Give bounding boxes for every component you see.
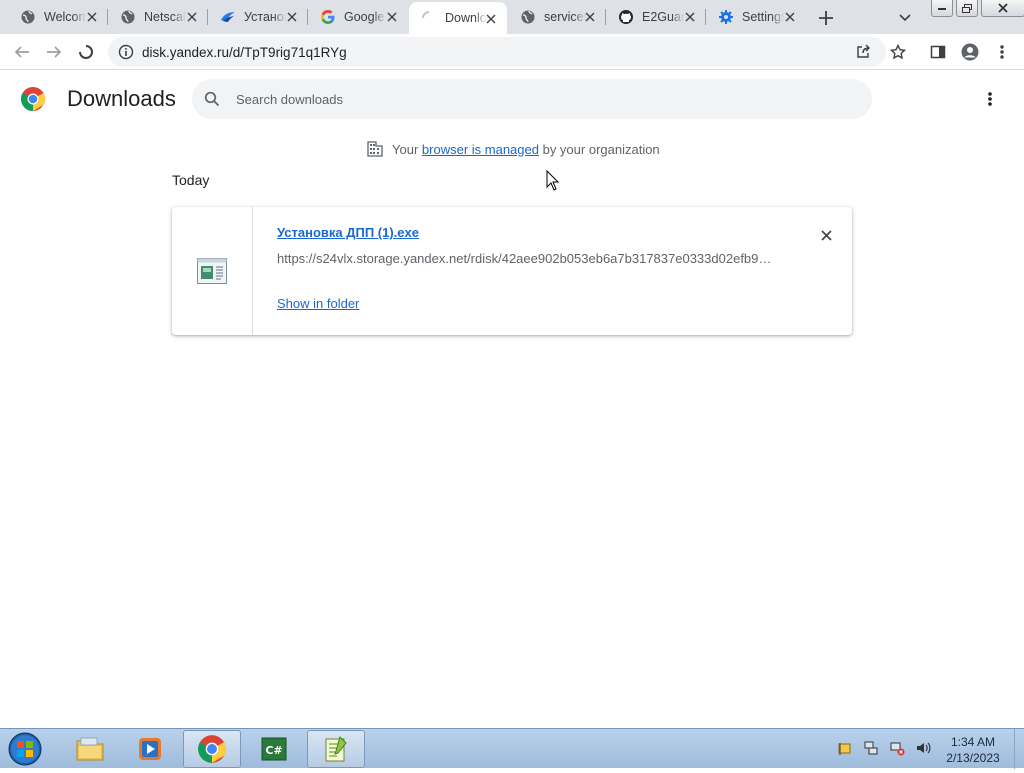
show-desktop-button[interactable]: [1014, 729, 1024, 769]
download-item: Установка ДПП (1).exe https://s24vlx.sto…: [172, 207, 852, 335]
close-tab-icon[interactable]: [184, 9, 200, 25]
address-bar[interactable]: disk.yandex.ru/d/TpT9rig71q1RYg: [108, 37, 886, 67]
tab-title: services: [544, 10, 586, 24]
downloads-header: Downloads: [0, 70, 1024, 128]
tab-e2guardian[interactable]: E2Guardian: [606, 0, 706, 34]
github-icon: [618, 9, 634, 25]
folder-icon: [76, 737, 104, 761]
managed-suffix: by your organization: [542, 141, 660, 157]
media-player-icon: [139, 738, 161, 760]
volume-icon[interactable]: [914, 739, 932, 757]
globe-icon: [120, 9, 136, 25]
search-input[interactable]: [236, 89, 836, 109]
notepad-plus-icon: [325, 736, 347, 762]
managed-prefix: Your: [392, 141, 419, 157]
date-section-label: Today: [172, 172, 210, 188]
side-panel-icon[interactable]: [928, 42, 948, 62]
tab-search-chevron-icon[interactable]: [895, 8, 915, 28]
chrome-menu-icon[interactable]: [992, 42, 1012, 62]
network-icon[interactable]: [862, 739, 880, 757]
close-tab-icon[interactable]: [84, 9, 100, 25]
url-text[interactable]: disk.yandex.ru/d/TpT9rig71q1RYg: [142, 45, 347, 60]
building-icon: [366, 140, 384, 158]
taskbar-file-explorer[interactable]: [61, 730, 119, 768]
download-file-name[interactable]: Установка ДПП (1).exe: [277, 225, 419, 240]
share-icon[interactable]: [855, 44, 871, 60]
tab-title: Settings: [742, 10, 784, 24]
minimize-icon[interactable]: [931, 0, 953, 17]
taskbar-media-player[interactable]: [121, 730, 179, 768]
search-icon: [204, 91, 220, 107]
tab-title: Downloads: [445, 11, 487, 25]
taskbar-chrome[interactable]: [183, 730, 241, 768]
tab-google[interactable]: Google: [308, 0, 408, 34]
close-tab-icon[interactable]: [284, 9, 300, 25]
close-window-icon[interactable]: [981, 0, 1024, 17]
close-tab-icon[interactable]: [483, 11, 499, 27]
back-arrow-icon[interactable]: [12, 42, 32, 62]
settings-gear-icon: [718, 9, 734, 25]
yandex-disk-icon: [220, 9, 236, 25]
close-tab-icon[interactable]: [384, 9, 400, 25]
site-info-icon[interactable]: [118, 44, 134, 60]
close-tab-icon[interactable]: [582, 9, 598, 25]
taskbar-notepad-plus[interactable]: [307, 730, 365, 768]
managed-notice: Your browser is managed by your organiza…: [366, 140, 660, 158]
page-title: Downloads: [67, 86, 176, 111]
tab-netscaler[interactable]: Netscaler: [108, 0, 208, 34]
exe-file-icon: [196, 257, 228, 285]
downloads-menu-icon[interactable]: [980, 89, 1000, 109]
mouse-pointer-icon: [546, 169, 560, 192]
system-tray: [836, 739, 932, 757]
forward-arrow-icon[interactable]: [44, 42, 64, 62]
action-center-flag-icon[interactable]: [836, 739, 854, 757]
tab-title: Установка: [244, 10, 286, 24]
taskbar-csharp-editor[interactable]: C#: [245, 730, 303, 768]
network-error-icon[interactable]: [888, 739, 906, 757]
clock-date: 2/13/2023: [946, 751, 1000, 765]
tab-title: Google: [344, 10, 385, 24]
show-in-folder-link[interactable]: Show in folder: [277, 296, 359, 311]
tab-services[interactable]: services: [508, 0, 606, 34]
system-clock[interactable]: 1:34 AM 2/13/2023: [935, 734, 1011, 766]
tab-settings[interactable]: Settings: [706, 0, 806, 34]
tab-title: E2Guardian: [642, 10, 684, 24]
managed-link[interactable]: browser is managed: [422, 142, 539, 157]
globe-icon: [20, 9, 36, 25]
chrome-icon: [198, 735, 226, 763]
start-button[interactable]: [4, 730, 46, 768]
bookmark-star-icon[interactable]: [888, 42, 908, 62]
browser-toolbar: disk.yandex.ru/d/TpT9rig71q1RYg: [0, 34, 1024, 70]
clock-time: 1:34 AM: [950, 735, 996, 749]
csharp-icon: C#: [261, 737, 287, 761]
profile-avatar-icon[interactable]: [960, 42, 980, 62]
tab-downloads[interactable]: Downloads: [409, 2, 507, 34]
tab-title: Netscaler: [144, 10, 186, 24]
globe-icon: [520, 9, 536, 25]
file-icon-column: [172, 207, 253, 335]
close-tab-icon[interactable]: [682, 9, 698, 25]
loading-spinner-icon: [421, 10, 437, 26]
svg-text:C#: C#: [265, 744, 282, 757]
tab-strip: Welcome Netscaler Установка Google Downl…: [0, 0, 1024, 34]
restore-icon[interactable]: [956, 0, 978, 17]
tab-yandex-disk[interactable]: Установка: [208, 0, 308, 34]
windows-taskbar: C# 1:34 AM 2/13/2023: [0, 728, 1024, 769]
stop-loading-icon[interactable]: [76, 42, 96, 62]
tab-welcome[interactable]: Welcome: [8, 0, 108, 34]
download-source-url: https://s24vlx.storage.yandex.net/rdisk/…: [277, 251, 772, 266]
remove-download-icon[interactable]: [816, 225, 836, 245]
new-tab-button[interactable]: [815, 7, 837, 29]
chrome-logo-icon: [20, 86, 46, 112]
google-icon: [320, 9, 336, 25]
window-controls: [928, 0, 1024, 17]
close-tab-icon[interactable]: [782, 9, 798, 25]
tab-title: Welcome: [44, 10, 86, 24]
search-downloads-box[interactable]: [192, 79, 872, 119]
